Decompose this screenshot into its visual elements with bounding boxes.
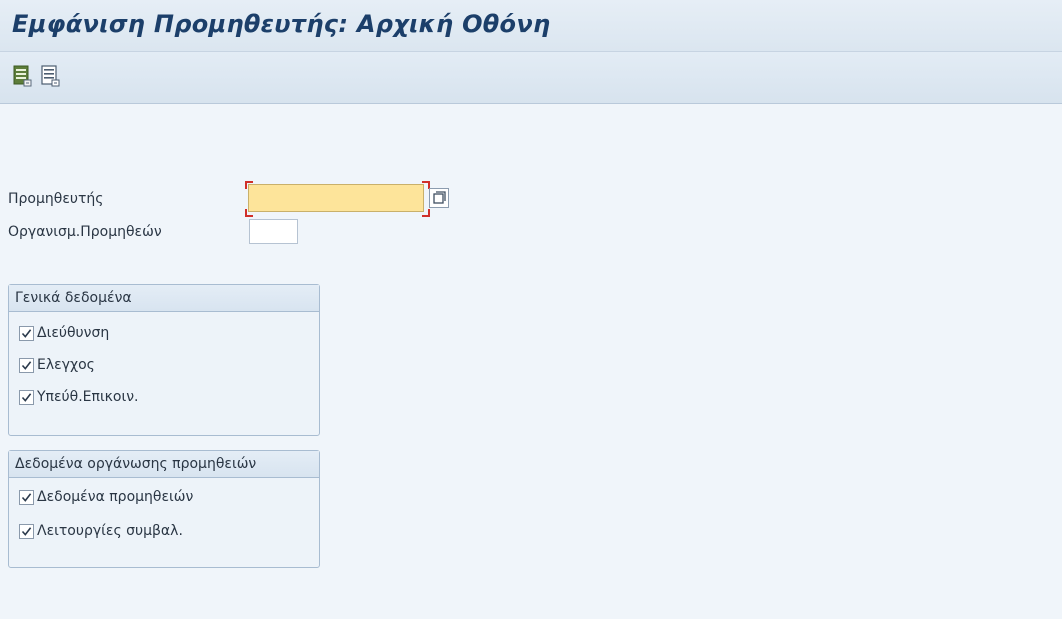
purch-org-label: Οργανισμ.Προμηθεών — [8, 224, 162, 240]
required-marker-bottom-left — [245, 209, 253, 217]
address-checkbox-label: Διεύθυνση — [37, 325, 110, 341]
main-content: Προμηθευτής Οργανισμ.Προμηθεών Γενικά δε… — [0, 104, 1062, 619]
contact-person-checkbox-label: Υπεύθ.Επικοιν. — [37, 389, 139, 405]
contact-person-checkbox-row[interactable]: Υπεύθ.Επικοιν. — [19, 387, 139, 407]
check-icon — [21, 328, 32, 338]
check-icon — [21, 492, 32, 502]
required-marker-top-left — [245, 181, 253, 189]
purch-org-data-group: Δεδομένα οργάνωσης προμηθειών Δεδομένα π… — [8, 450, 320, 568]
general-data-group: Γενικά δεδομένα Διεύθυνση Ελεγχος Υπεύθ.… — [8, 284, 320, 436]
purchasing-data-checkbox-row[interactable]: Δεδομένα προμηθειών — [19, 487, 193, 507]
title-bar: Εμφάνιση Προμηθευτής: Αρχική Οθόνη — [0, 0, 1062, 52]
partner-functions-checkbox[interactable] — [19, 523, 34, 539]
purchasing-data-checkbox-label: Δεδομένα προμηθειών — [37, 489, 194, 505]
check-icon — [21, 360, 32, 370]
vendor-label: Προμηθευτής — [8, 191, 104, 207]
document-list-icon — [12, 65, 34, 87]
control-checkbox-label: Ελεγχος — [37, 357, 95, 373]
application-toolbar — [0, 52, 1062, 104]
contact-person-checkbox[interactable] — [19, 389, 34, 405]
vendor-value-help-button[interactable] — [429, 188, 449, 208]
control-checkbox[interactable] — [19, 357, 34, 373]
address-checkbox-row[interactable]: Διεύθυνση — [19, 323, 109, 343]
general-data-group-title: Γενικά δεδομένα — [9, 285, 319, 312]
purchasing-data-checkbox[interactable] — [19, 489, 34, 505]
address-checkbox[interactable] — [19, 325, 34, 341]
check-icon — [21, 392, 32, 402]
vendor-input[interactable] — [248, 184, 424, 212]
check-icon — [21, 526, 32, 536]
value-help-icon — [430, 191, 448, 211]
control-checkbox-row[interactable]: Ελεγχος — [19, 355, 95, 375]
page-title: Εμφάνιση Προμηθευτής: Αρχική Οθόνη — [12, 10, 551, 38]
document-icon — [40, 65, 62, 87]
document-list-button[interactable] — [12, 65, 34, 87]
document-button[interactable] — [40, 65, 62, 87]
partner-functions-checkbox-label: Λειτουργίες συμβαλ. — [37, 523, 183, 539]
purch-org-data-group-title: Δεδομένα οργάνωσης προμηθειών — [9, 451, 319, 478]
partner-functions-checkbox-row[interactable]: Λειτουργίες συμβαλ. — [19, 521, 183, 541]
purch-org-input[interactable] — [249, 219, 298, 244]
required-marker-bottom-right — [422, 209, 430, 217]
